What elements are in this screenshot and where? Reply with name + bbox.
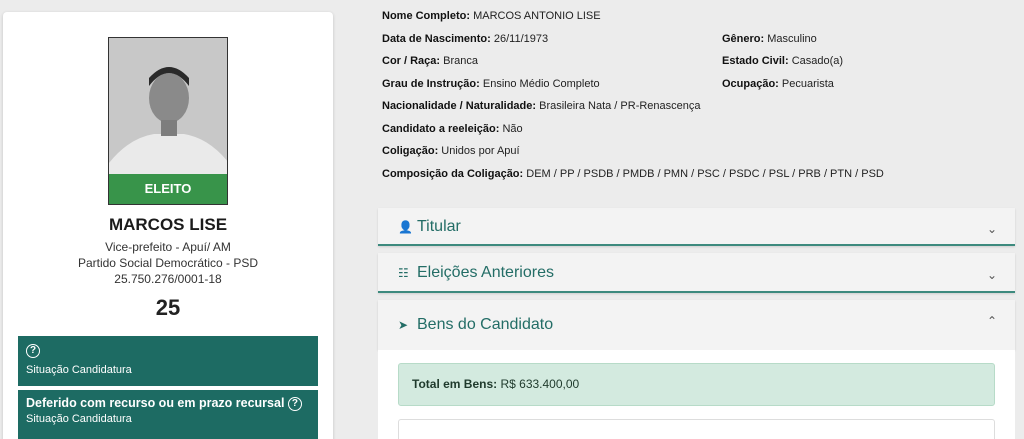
candidate-card: ELEITO MARCOS LISE Vice-prefeito - Apuí/… [3,12,333,439]
detail-cor-raca: Cor / Raça: Branca [382,55,478,67]
help-icon[interactable]: ? [287,396,302,411]
chevron-down-icon[interactable]: ⌄ [987,268,997,282]
detail-coligacao: Coligação: Unidos por Apuí [382,145,520,157]
detail-estado-civil: Estado Civil: Casado(a) [722,55,844,67]
rocket-icon: ➤ [398,318,409,332]
help-icon[interactable]: ? [26,343,40,358]
candidate-photo: ELEITO [108,37,228,205]
total-bens-value: R$ 633.400,00 [500,377,580,391]
user-icon: 👤 [398,220,413,234]
panel-titular[interactable]: 👤 Titular ⌄ [378,208,1015,246]
sitemap-icon: ☷ [398,266,409,280]
panel-eleicoes-anteriores[interactable]: ☷ Eleições Anteriores ⌄ [378,253,1015,293]
elected-badge: ELEITO [109,174,227,204]
detail-nascimento: Data de Nascimento: 26/11/1973 [382,33,549,45]
total-bens-label: Total em Bens: [412,377,498,391]
panel-eleicoes-label: Eleições Anteriores [417,264,554,281]
total-bens-box: Total em Bens: R$ 633.400,00 [398,363,995,406]
detail-nacionalidade: Nacionalidade / Naturalidade: Brasileira… [382,100,701,112]
chevron-up-icon[interactable]: ⌃ [987,314,997,328]
status-candidato-box: ? Situação Candidatura [18,336,318,386]
status-candidatura-label: Situação Candidatura [26,412,132,425]
bens-list-card [398,419,995,439]
detail-composicao: Composição da Coligação: DEM / PP / PSDB… [382,168,884,180]
panel-titular-label: Titular [417,218,461,235]
status-candidatura-box: Deferido com recurso ou em prazo recursa… [18,390,318,439]
detail-nome: Nome Completo: MARCOS ANTONIO LISE [382,10,601,22]
bens-panel-body: Total em Bens: R$ 633.400,00 [378,350,1015,439]
chevron-down-icon[interactable]: ⌄ [987,222,997,236]
status-candidato-label: Situação Candidatura [26,364,132,376]
candidate-role: Vice-prefeito - Apuí/ AM [105,240,231,254]
candidate-name: MARCOS LISE [108,215,228,234]
candidate-number: 25 [155,295,181,320]
status-candidatura-value: Deferido com recurso ou em prazo recursa… [26,396,285,410]
detail-genero: Gênero: Masculino [722,33,817,45]
detail-reeleicao: Candidato a reeleição: Não [382,123,523,135]
candidate-party: Partido Social Democrático - PSD [77,256,259,270]
panel-bens-label: Bens do Candidato [417,316,554,333]
detail-grau-instrucao: Grau de Instrução: Ensino Médio Completo [382,78,600,90]
detail-ocupacao: Ocupação: Pecuarista [722,78,834,90]
panel-bens-candidato[interactable]: ➤ Bens do Candidato ⌃ [378,300,1015,350]
candidate-cnpj: 25.750.276/0001-18 [114,272,222,286]
